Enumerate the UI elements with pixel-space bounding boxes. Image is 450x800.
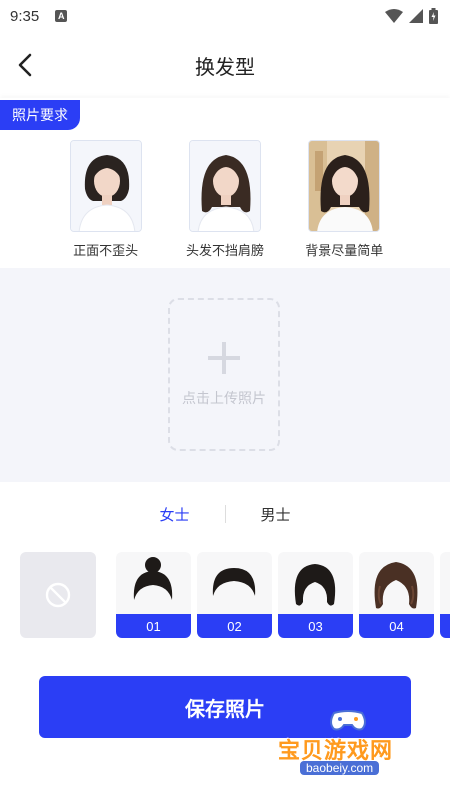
status-bar: 9:35 A bbox=[0, 0, 450, 32]
watermark-url: baobeiy.com bbox=[300, 761, 380, 775]
no-hairstyle-button[interactable] bbox=[20, 552, 96, 638]
sample-background: 背景尽量简单 bbox=[294, 140, 394, 259]
hairstyle-04[interactable]: 04 bbox=[359, 552, 434, 638]
upload-area: 点击上传照片 bbox=[0, 268, 450, 482]
hairstyle-01[interactable]: 01 bbox=[116, 552, 191, 638]
signal-icon bbox=[409, 9, 423, 23]
status-icons bbox=[385, 8, 438, 24]
status-time: 9:35 bbox=[10, 7, 40, 25]
sample-label: 头发不挡肩膀 bbox=[185, 243, 264, 258]
hairstyle-wavy-icon bbox=[374, 562, 418, 609]
hairstyle-number: 03 bbox=[278, 614, 353, 638]
hairstyle-short-icon bbox=[212, 568, 256, 596]
requirements-tag: 照片要求 bbox=[0, 100, 80, 130]
chevron-left-icon[interactable] bbox=[12, 50, 40, 80]
nav-bar: 换发型 bbox=[0, 32, 450, 98]
page-title: 换发型 bbox=[195, 56, 255, 79]
notification-a-icon: A bbox=[55, 10, 68, 22]
hairstyle-bun-icon bbox=[133, 557, 173, 600]
sample-photo-front bbox=[69, 140, 142, 232]
sample-photos: 正面不歪头 头发不挡肩膀 背景尽量简单 bbox=[0, 140, 450, 259]
watermark-logo: 宝贝游戏网 baobeiy.com bbox=[278, 705, 418, 785]
battery-icon bbox=[429, 8, 438, 24]
plus-icon bbox=[208, 341, 240, 374]
sample-hair: 头发不挡肩膀 bbox=[175, 140, 275, 259]
sample-photo-hair bbox=[188, 140, 261, 232]
tab-male[interactable]: 男士 bbox=[226, 504, 326, 525]
gender-tabs: 女士 男士 bbox=[0, 500, 450, 528]
hairstyle-number: 04 bbox=[359, 614, 434, 638]
gamepad-icon bbox=[330, 710, 366, 731]
hairstyle-number: 02 bbox=[197, 614, 272, 638]
hairstyle-03[interactable]: 03 bbox=[278, 552, 353, 638]
sample-photo-background bbox=[308, 140, 381, 232]
sample-label: 正面不歪头 bbox=[73, 243, 139, 258]
prohibited-icon bbox=[45, 582, 71, 608]
tab-female[interactable]: 女士 bbox=[125, 504, 225, 525]
sample-front: 正面不歪头 bbox=[56, 140, 156, 259]
photo-requirements: 照片要求 正面不歪头 头发不挡肩膀 背景尽量简单 bbox=[0, 98, 450, 268]
hairstyle-02[interactable]: 02 bbox=[197, 552, 272, 638]
hairstyle-bob-icon bbox=[294, 564, 336, 606]
upload-text: 点击上传照片 bbox=[182, 389, 266, 406]
hairstyle-number: 01 bbox=[116, 614, 191, 638]
upload-photo-button[interactable]: 点击上传照片 bbox=[168, 298, 280, 451]
sample-label: 背景尽量简单 bbox=[305, 243, 384, 258]
hairstyle-next-partial[interactable] bbox=[440, 552, 450, 638]
hairstyle-list: 01 02 03 04 bbox=[20, 552, 450, 638]
wifi-icon bbox=[385, 9, 403, 23]
